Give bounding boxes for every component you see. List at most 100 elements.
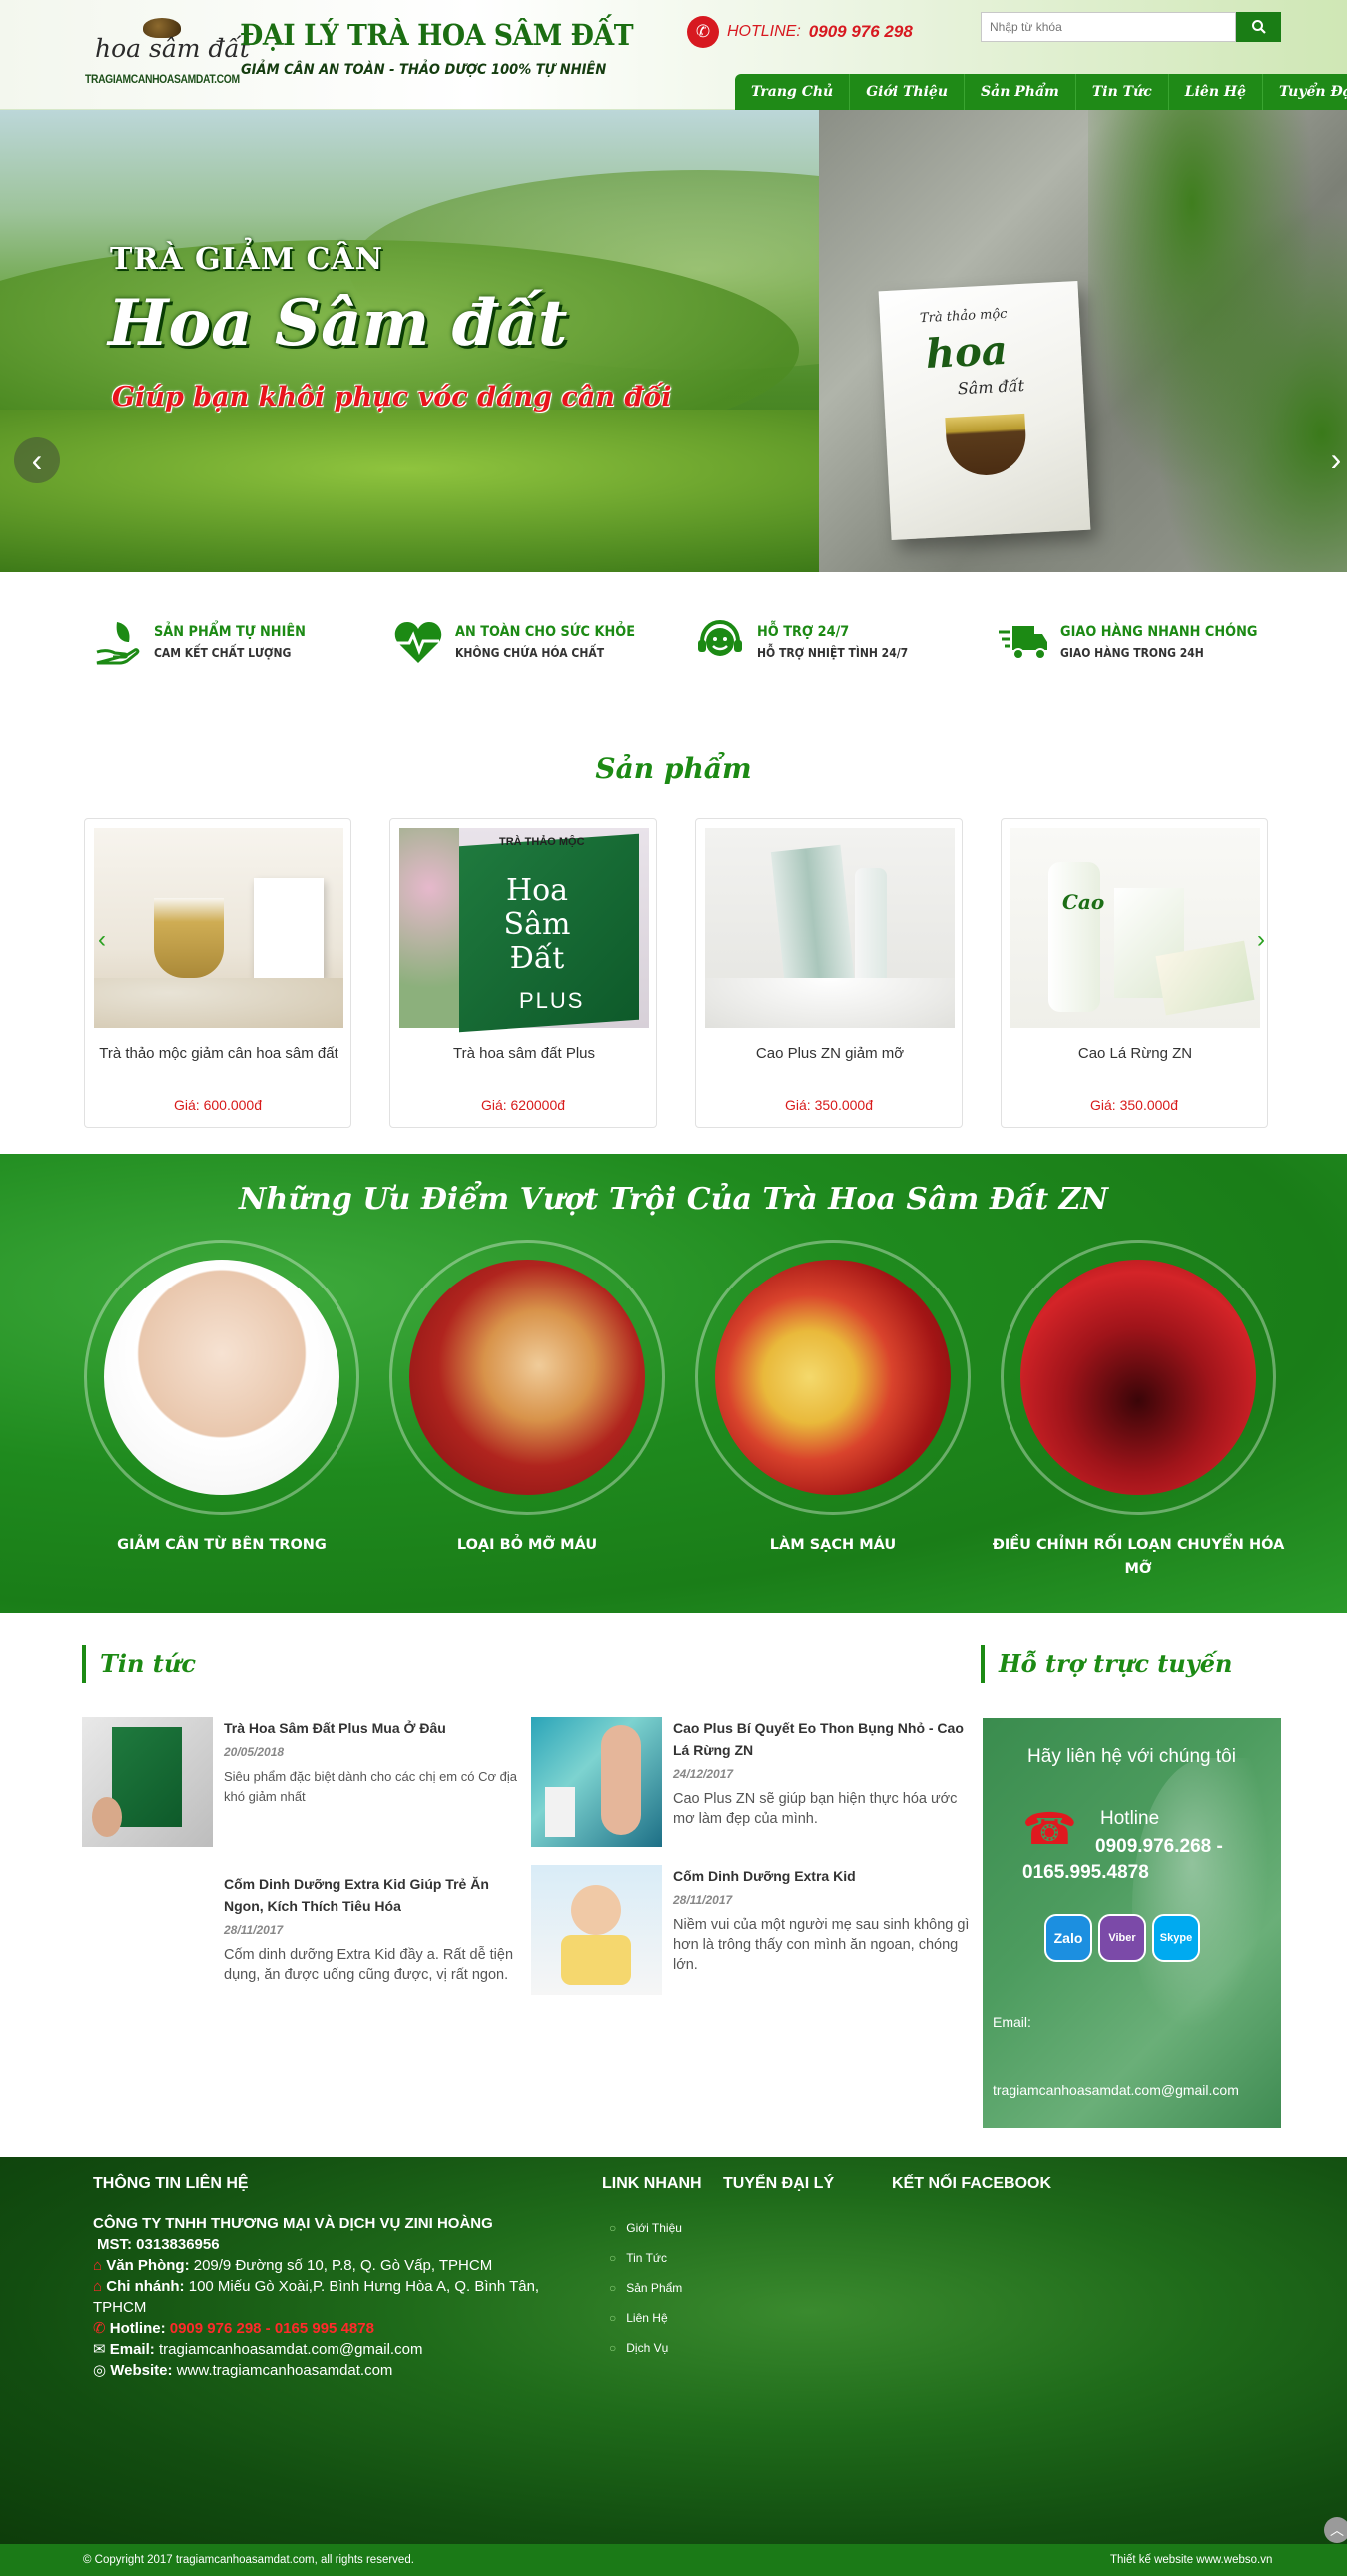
news-item[interactable]: Cốm Dinh Dưỡng Extra Kid Giúp Trẻ Ăn Ngo… bbox=[82, 1873, 521, 2013]
product-price: Giá: 350.000đ bbox=[785, 1097, 873, 1113]
footer-link-label[interactable]: Sản Phẩm bbox=[626, 2281, 682, 2295]
footer-link-label[interactable]: Liên Hệ bbox=[626, 2311, 667, 2325]
footer-website-label: Website: bbox=[110, 2362, 173, 2379]
news-item-title[interactable]: Cao Plus Bí Quyết Eo Thon Bụng Nhỏ - Cao… bbox=[673, 1720, 964, 1758]
logo-url-text: TRAGIAMCANHOASAMDAT.COM bbox=[85, 72, 240, 86]
news-item[interactable]: Cốm Dinh Dưỡng Extra Kid 28/11/2017 Niềm… bbox=[531, 1865, 971, 2005]
support-agent-image bbox=[1132, 1758, 1282, 2058]
bullet-icon: ○ bbox=[609, 2281, 617, 2295]
nav-item-contact[interactable]: Liên Hệ bbox=[1169, 74, 1264, 110]
product-prev-arrow-icon[interactable]: ‹ bbox=[92, 925, 112, 955]
product-image[interactable] bbox=[94, 828, 343, 1028]
footer-link[interactable]: ○ Liên Hệ bbox=[609, 2311, 682, 2341]
support-phone-1[interactable]: 0909.976.268 - bbox=[1095, 1836, 1223, 1858]
footer-link-label[interactable]: Giới Thiệu bbox=[626, 2221, 682, 2235]
advantage-caption: GIẢM CÂN TỪ BÊN TRONG bbox=[117, 1537, 327, 1553]
footer-website[interactable]: www.tragiamcanhoasamdat.com bbox=[177, 2362, 393, 2379]
feature-title: AN TOÀN CHO SỨC KHỎE bbox=[455, 624, 636, 640]
footer-link[interactable]: ○ Sản Phẩm bbox=[609, 2281, 682, 2311]
nav-item-home[interactable]: Trang Chủ bbox=[735, 74, 851, 110]
footer-hotline-label: Hotline: bbox=[109, 2320, 166, 2337]
hotline-label: HOTLINE: bbox=[727, 23, 801, 40]
header-hotline[interactable]: ✆ HOTLINE: 0909 976 298 bbox=[687, 16, 913, 48]
product-name[interactable]: Trà hoa sâm đất Plus bbox=[400, 1039, 648, 1069]
advantage-caption: LÀM SẠCH MÁU bbox=[769, 1537, 897, 1553]
footer-company-info: CÔNG TY TNHH THƯƠNG MẠI VÀ DỊCH VỤ ZINI … bbox=[93, 2213, 562, 2381]
truck-icon bbox=[999, 617, 1048, 667]
news-item-content: Cao Plus Bí Quyết Eo Thon Bụng Nhỏ - Cao… bbox=[673, 1717, 973, 1829]
search-input[interactable] bbox=[981, 12, 1236, 42]
banner-prev-arrow-icon[interactable]: ‹ bbox=[14, 437, 60, 483]
product-card[interactable]: Cao Plus ZN giảm mỡ Giá: 350.000đ bbox=[695, 818, 963, 1128]
footer-facebook-heading: KẾT NỐI FACEBOOK bbox=[892, 2175, 1052, 2192]
news-item-content: Cốm Dinh Dưỡng Extra Kid Giúp Trẻ Ăn Ngo… bbox=[224, 1873, 523, 1985]
footer-link[interactable]: ○ Giới Thiệu bbox=[609, 2221, 682, 2251]
tea-cup-icon bbox=[945, 413, 1028, 478]
box-text: Sâm đất bbox=[957, 375, 1025, 399]
feature-item: SẢN PHẨM TỰ NHIÊN CAM KẾT CHẤT LƯỢNG bbox=[92, 617, 319, 667]
footer-contact-heading: THÔNG TIN LIÊN HỆ bbox=[93, 2175, 249, 2192]
product-card[interactable]: Trà thảo mộc giảm cân hoa sâm đất Giá: 6… bbox=[84, 818, 351, 1128]
page: hoa sâm đất TRAGIAMCANHOASAMDAT.COM ĐẠI … bbox=[0, 0, 1347, 2576]
news-item[interactable]: Trà Hoa Sâm Đất Plus Mua Ở Đâu 20/05/201… bbox=[82, 1717, 521, 1857]
product-name[interactable]: Trà thảo mộc giảm cân hoa sâm đất bbox=[95, 1039, 342, 1069]
footer-link[interactable]: ○ Dịch Vụ bbox=[609, 2341, 682, 2371]
hotline-number[interactable]: 0909 976 298 bbox=[809, 22, 913, 42]
product-card[interactable]: Cao Cao Lá Rừng ZN Giá: 350.000đ bbox=[1001, 818, 1268, 1128]
product-image[interactable] bbox=[705, 828, 955, 1028]
office-label: Văn Phòng: bbox=[106, 2257, 190, 2274]
product-card[interactable]: TRÀ THẢO MỘC Hoa Sâm Đất PLUS Trà hoa sâ… bbox=[389, 818, 657, 1128]
footer-link-label[interactable]: Dịch Vụ bbox=[626, 2341, 668, 2355]
product-next-arrow-icon[interactable]: › bbox=[1251, 925, 1271, 955]
globe-icon: ◎ bbox=[93, 2362, 107, 2379]
banner-next-arrow-icon[interactable]: › bbox=[1316, 434, 1347, 484]
product-price: Giá: 620000đ bbox=[480, 1097, 566, 1113]
bullet-icon: ○ bbox=[609, 2251, 617, 2265]
news-item-title[interactable]: Cốm Dinh Dưỡng Extra Kid Giúp Trẻ Ăn Ngo… bbox=[224, 1876, 489, 1914]
search-box bbox=[981, 12, 1281, 42]
support-email[interactable]: tragiamcanhoasamdat.com@gmail.com bbox=[993, 2082, 1239, 2098]
heartbeat-icon bbox=[393, 617, 443, 667]
product-image-text: Hoa Sâm Đất bbox=[503, 873, 571, 976]
footer-email[interactable]: tragiamcanhoasamdat.com@gmail.com bbox=[159, 2341, 423, 2358]
product-name[interactable]: Cao Lá Rừng ZN bbox=[1011, 1039, 1259, 1069]
banner-line-2: Hoa Sâm đất bbox=[108, 286, 568, 361]
support-title: Hỗ trợ trực tuyến bbox=[981, 1645, 1232, 1683]
box-text: Trà thảo mộc bbox=[919, 306, 1008, 327]
news-thumbnail[interactable] bbox=[531, 1717, 662, 1847]
envelope-icon: ✉ bbox=[93, 2341, 106, 2358]
designer-credit[interactable]: Thiết kế website www.webso.vn bbox=[1110, 2554, 1272, 2566]
nav-item-news[interactable]: Tin Tức bbox=[1076, 74, 1169, 110]
feature-item: HỖ TRỢ 24/7 HỖ TRỢ NHIỆT TÌNH 24/7 bbox=[695, 617, 925, 667]
zalo-icon[interactable]: Zalo bbox=[1044, 1914, 1092, 1962]
news-item-title[interactable]: Cốm Dinh Dưỡng Extra Kid bbox=[673, 1868, 856, 1884]
bullet-icon: ○ bbox=[609, 2221, 617, 2235]
news-item-date: 24/12/2017 bbox=[673, 1767, 734, 1781]
scroll-top-icon[interactable]: ︿ bbox=[1324, 2517, 1347, 2543]
product-image[interactable]: Cao bbox=[1010, 828, 1260, 1028]
viber-icon[interactable]: Viber bbox=[1098, 1914, 1146, 1962]
footer-hotline[interactable]: 0909 976 298 - 0165 995 4878 bbox=[170, 2320, 374, 2337]
nav-item-about[interactable]: Giới Thiệu bbox=[850, 74, 966, 110]
nav-item-agents[interactable]: Tuyển Đại Lý bbox=[1263, 74, 1347, 110]
nav-item-products[interactable]: Sản Phẩm bbox=[965, 74, 1076, 110]
skype-icon[interactable]: Skype bbox=[1152, 1914, 1200, 1962]
product-name[interactable]: Cao Plus ZN giảm mỡ bbox=[706, 1039, 954, 1069]
news-item[interactable]: Cao Plus Bí Quyết Eo Thon Bụng Nhỏ - Cao… bbox=[531, 1717, 971, 1857]
news-item-title[interactable]: Trà Hoa Sâm Đất Plus Mua Ở Đâu bbox=[224, 1720, 446, 1736]
support-phone-2[interactable]: 0165.995.4878 bbox=[1022, 1862, 1149, 1884]
footer-link-label[interactable]: Tin Tức bbox=[626, 2251, 667, 2265]
news-thumbnail[interactable] bbox=[82, 1717, 213, 1847]
news-item-content: Trà Hoa Sâm Đất Plus Mua Ở Đâu 20/05/201… bbox=[224, 1717, 523, 1807]
site-logo[interactable]: hoa sâm đất TRAGIAMCANHOASAMDAT.COM bbox=[85, 14, 250, 104]
search-button[interactable] bbox=[1236, 12, 1281, 42]
advantages-section: Những Ưu Điểm Vượt Trội Của Trà Hoa Sâm … bbox=[0, 1154, 1347, 1613]
footer-link[interactable]: ○ Tin Tức bbox=[609, 2251, 682, 2281]
banner-line-1: TRÀ GIẢM CÂN bbox=[110, 242, 384, 277]
news-thumbnail[interactable] bbox=[82, 1873, 213, 2003]
news-item-desc: Cốm dinh dưỡng Extra Kid đầy a. Rất dễ t… bbox=[224, 1947, 514, 1983]
news-thumbnail[interactable] bbox=[531, 1865, 662, 1995]
product-image-text: Cao bbox=[1062, 890, 1105, 914]
product-image[interactable]: TRÀ THẢO MỘC Hoa Sâm Đất PLUS bbox=[399, 828, 649, 1033]
support-hotline-label: Hotline bbox=[1100, 1808, 1160, 1829]
